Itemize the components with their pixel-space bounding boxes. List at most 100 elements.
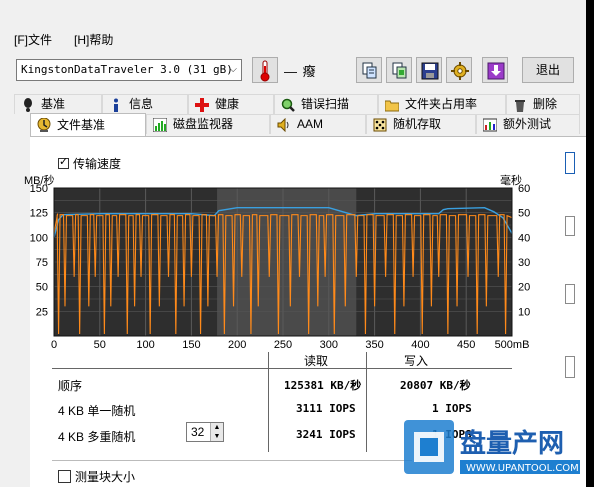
queue-depth-value: 32 — [191, 425, 205, 439]
multi-random-4kb-read: 3241 IOPS — [296, 428, 356, 441]
watermark-url: WWW.UPANTOOL.COM — [466, 463, 579, 474]
extra-tests-icon — [483, 118, 497, 131]
tab-label: 信息 — [129, 97, 154, 111]
stepper-down-icon[interactable]: ▼ — [210, 432, 223, 441]
multi-random-4kb-label: 4 KB 多重随机 — [58, 430, 136, 444]
menu-file[interactable]: [F]文件 — [12, 30, 54, 50]
copy-icon — [362, 62, 377, 79]
watermark: 盘量产网 WWW.UPANTOOL.COM — [404, 412, 586, 484]
app-window: [F]文件 [H]帮助 KingstonDataTraveler 3.0 (31… — [0, 0, 586, 487]
options-icon — [451, 62, 469, 80]
benchmark-chart: MB/秒 毫秒2550751001251501020304050600 50 100 1… — [24, 173, 530, 350]
tab-delete[interactable]: 删除 — [506, 94, 580, 114]
watermark-logo: 盘量产网 WWW.UPANTOOL.COM — [404, 420, 580, 474]
y-left-tick-label: 75 — [36, 257, 48, 269]
side-select-edge-3[interactable] — [565, 356, 575, 378]
info-icon — [114, 98, 118, 112]
chevron-down-icon: ⌵ — [229, 64, 237, 75]
x-tick-label: 400 — [411, 339, 429, 350]
tab-error-scan[interactable]: 错误扫描 — [274, 94, 378, 114]
magnifier-icon — [281, 98, 295, 112]
y-right-tick-label: 10 — [518, 306, 530, 318]
x-tick-label: 500mB — [495, 339, 530, 350]
tab-label: 随机存取 — [393, 117, 442, 131]
download-icon — [487, 62, 505, 80]
random-4kb-read: 3111 IOPS — [296, 402, 356, 415]
y-right-tick-label: 40 — [518, 232, 530, 244]
start-button-edge[interactable] — [565, 152, 575, 174]
tab-random-access[interactable]: 随机存取 — [366, 114, 476, 134]
exit-button[interactable]: 退出 — [522, 57, 574, 83]
sequential-write: 20807 KB/秒 — [400, 379, 471, 392]
x-tick-label: 100 — [136, 339, 154, 350]
x-tick-label: 50 — [94, 339, 106, 350]
y-right-tick-label: 50 — [518, 208, 530, 220]
tab-extra-tests[interactable]: 额外测试 — [476, 114, 580, 134]
write-header: 写入 — [404, 354, 429, 368]
tab-aam[interactable]: AAM — [270, 114, 366, 134]
drive-select[interactable]: KingstonDataTraveler 3.0 (31 gB) ⌵ — [16, 59, 242, 81]
download-button[interactable] — [482, 57, 508, 83]
x-tick-label: 300 — [320, 339, 338, 350]
tab-label: 额外测试 — [503, 117, 552, 131]
copy-screen-icon — [392, 62, 407, 79]
thermometer-icon — [260, 60, 270, 82]
y-right-tick-label: 20 — [518, 282, 530, 294]
options-button[interactable] — [446, 57, 472, 83]
tab-label: 错误扫描 — [301, 97, 350, 111]
transfer-speed-checkbox[interactable] — [58, 155, 69, 169]
x-tick-label: 250 — [274, 339, 292, 350]
exclamation-icon — [24, 97, 32, 112]
block-size-checkbox[interactable] — [58, 470, 71, 483]
section-divider — [52, 460, 412, 461]
watermark-brand: 盘量产网 — [460, 428, 564, 459]
copy-button[interactable] — [356, 57, 382, 83]
tab-label: AAM — [297, 117, 324, 131]
tab-benchmark[interactable]: 基准 — [14, 94, 102, 114]
results-col-divider-1 — [268, 352, 269, 452]
tab-info[interactable]: 信息 — [102, 94, 188, 114]
side-select-edge-2[interactable] — [565, 284, 575, 304]
menu-help[interactable]: [H]帮助 — [72, 30, 115, 50]
tab-label: 文件基准 — [57, 117, 106, 132]
tab-row-bottom: 文件基准 磁盘监视器 AAM 随机存取 额外测试 — [30, 113, 580, 136]
y-left-tick-label: 100 — [30, 232, 48, 244]
results-col-divider-2 — [366, 352, 367, 452]
y-right-tick-label: 30 — [518, 257, 530, 269]
temperature-readout: — 癈 — [284, 64, 317, 79]
block-size-option[interactable]: 测量块大小 — [58, 468, 135, 485]
y-left-tick-label: 125 — [30, 208, 48, 220]
x-tick-label: 450 — [457, 339, 475, 350]
y-right-tick-label: 60 — [518, 183, 530, 195]
toolbar: KingstonDataTraveler 3.0 (31 gB) ⌵ — 癈 退… — [0, 54, 586, 86]
save-button[interactable] — [416, 57, 442, 83]
tab-label: 健康 — [215, 97, 240, 111]
stepper-up-icon[interactable]: ▲ — [210, 423, 223, 432]
results-header-divider — [52, 368, 512, 369]
sequential-label: 顺序 — [58, 379, 83, 393]
tab-folder-usage[interactable]: 文件夹占用率 — [378, 94, 506, 114]
random-access-icon — [373, 118, 387, 131]
queue-depth-stepper[interactable]: 32 ▲ ▼ — [186, 422, 224, 442]
tab-disk-monitor[interactable]: 磁盘监视器 — [146, 114, 270, 134]
save-icon — [421, 62, 439, 80]
monitor-icon — [153, 117, 167, 132]
side-select-edge-1[interactable] — [565, 216, 575, 236]
folder-icon — [385, 100, 399, 111]
trash-icon — [515, 99, 525, 112]
x-tick-label: 0 — [51, 339, 57, 350]
x-tick-label: 150 — [182, 339, 200, 350]
speaker-icon — [277, 117, 289, 132]
x-tick-label: 200 — [228, 339, 246, 350]
temperature-button[interactable] — [252, 57, 278, 83]
tab-label: 磁盘监视器 — [173, 117, 234, 131]
sequential-read: 125381 KB/秒 — [284, 379, 362, 392]
tab-health[interactable]: 健康 — [188, 94, 274, 114]
tab-label: 基准 — [41, 97, 66, 111]
copy-screen-button[interactable] — [386, 57, 412, 83]
tab-file-benchmark[interactable]: 文件基准 — [30, 113, 146, 136]
read-header: 读取 — [304, 354, 329, 368]
y-left-tick-label: 50 — [36, 282, 48, 294]
drive-select-value: KingstonDataTraveler 3.0 (31 gB) — [21, 63, 233, 76]
menu-bar: [F]文件 [H]帮助 — [12, 30, 115, 50]
